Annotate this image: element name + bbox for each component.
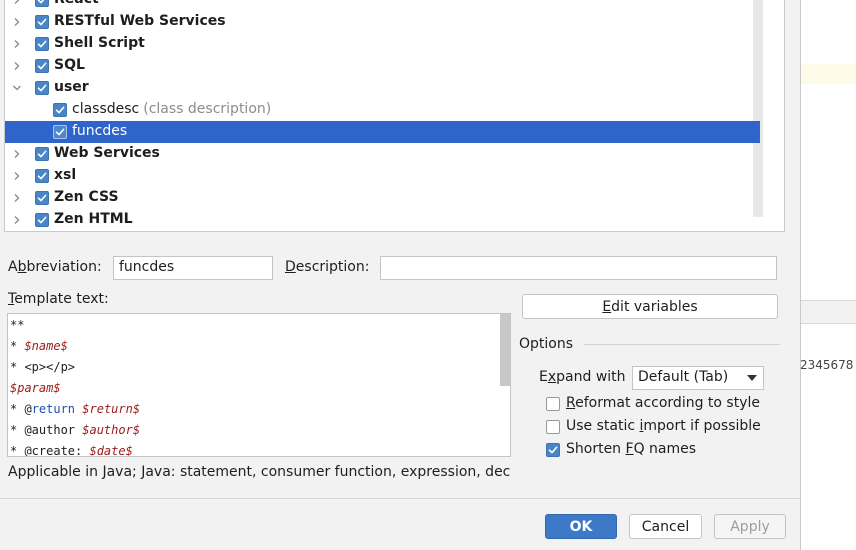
chevron-right-icon[interactable] xyxy=(12,149,22,159)
dropdown-arrow-icon xyxy=(747,375,757,381)
chevron-right-icon[interactable] xyxy=(12,171,22,181)
tree-item-label: user xyxy=(54,79,89,95)
tree-item[interactable]: RESTful Web Services xyxy=(5,11,760,33)
tree-item-checkbox[interactable] xyxy=(35,37,49,51)
tree-item-label: xsl xyxy=(54,167,77,183)
tree-item-label: React xyxy=(54,0,99,7)
options-title: Options xyxy=(519,336,574,352)
chevron-right-icon[interactable] xyxy=(12,39,22,49)
abbreviation-input[interactable]: funcdes xyxy=(113,256,273,280)
edit-variables-button[interactable]: Edit variables xyxy=(522,294,778,319)
expand-with-label: Expand with xyxy=(539,369,626,385)
description-input[interactable] xyxy=(380,256,777,280)
tree-item-checkbox[interactable] xyxy=(35,213,49,227)
tree-item-label: Shell Script xyxy=(54,35,145,51)
editor-scrollbar[interactable] xyxy=(500,314,510,386)
tree-item[interactable]: SQL xyxy=(5,55,760,77)
tree-item[interactable]: Shell Script xyxy=(5,33,760,55)
chevron-right-icon[interactable] xyxy=(12,61,22,71)
cancel-button[interactable]: Cancel xyxy=(629,514,702,539)
chevron-right-icon[interactable] xyxy=(12,0,22,5)
tree-item-checkbox[interactable] xyxy=(53,103,67,117)
template-line: ** xyxy=(10,318,25,332)
tree-item-label: RESTful Web Services xyxy=(54,13,226,29)
tree-item-checkbox[interactable] xyxy=(35,81,49,95)
tree-item-checkbox[interactable] xyxy=(35,147,49,161)
tree-item[interactable]: Zen HTML xyxy=(5,209,760,231)
tree-item-label: Zen CSS xyxy=(54,189,119,205)
tree-item-description: (class description) xyxy=(143,101,272,117)
abbreviation-label: Abbreviation: xyxy=(8,259,102,275)
bottom-separator xyxy=(0,498,801,499)
apply-button[interactable]: Apply xyxy=(714,514,786,539)
background-panel-header xyxy=(800,300,856,324)
description-label: Description: xyxy=(285,259,370,275)
tree-item-checkbox[interactable] xyxy=(35,15,49,29)
options-separator xyxy=(584,344,780,345)
tree-item-checkbox[interactable] xyxy=(35,191,49,205)
template-line: * @author $author$ xyxy=(10,423,141,437)
chevron-down-icon[interactable] xyxy=(12,83,22,93)
template-line: * @create: $date$ xyxy=(10,444,133,457)
tree-item[interactable]: xsl xyxy=(5,165,760,187)
tree-item[interactable]: classdesc (class description) xyxy=(5,99,760,121)
ok-button[interactable]: OK xyxy=(545,514,617,539)
template-tree[interactable]: React RESTful Web Services Shell Script SQL… xyxy=(4,0,785,232)
tree-item-checkbox[interactable] xyxy=(35,0,49,7)
expand-with-select[interactable]: Default (Tab) xyxy=(632,366,764,390)
tree-item-label: funcdes xyxy=(72,123,128,139)
tree-item-checkbox[interactable] xyxy=(35,59,49,73)
tree-item-label: Web Services xyxy=(54,145,160,161)
reformat-checkbox[interactable] xyxy=(546,397,560,411)
template-line: * <p></p> xyxy=(10,360,76,374)
applicable-contexts-text: Applicable in Java; Java: statement, con… xyxy=(8,464,511,480)
tree-item-checkbox[interactable] xyxy=(53,125,67,139)
tree-item-label: SQL xyxy=(54,57,85,73)
tree-item[interactable]: Zen CSS xyxy=(5,187,760,209)
static-import-checkbox[interactable] xyxy=(546,420,560,434)
shorten-fq-label[interactable]: Shorten FQ names xyxy=(566,441,696,457)
tree-item[interactable]: user xyxy=(5,77,760,99)
reformat-label[interactable]: Reformat according to style xyxy=(566,395,760,411)
tree-item[interactable]: Web Services xyxy=(5,143,760,165)
template-line: * @return $return$ xyxy=(10,402,141,416)
shorten-fq-checkbox[interactable] xyxy=(546,443,560,457)
tree-item-label: Zen HTML xyxy=(54,211,133,227)
template-line: $param$ xyxy=(10,381,61,395)
tree-item-label: classdesc (class description) xyxy=(72,101,272,117)
tree-item[interactable]: React xyxy=(5,0,760,11)
template-text-label: Template text: xyxy=(8,291,109,307)
chevron-right-icon[interactable] xyxy=(12,17,22,27)
background-text: 2345678 xyxy=(800,358,854,372)
template-line: * $name$ xyxy=(10,339,68,353)
live-template-dialog: React RESTful Web Services Shell Script SQL… xyxy=(0,0,801,550)
background-line-highlight xyxy=(800,64,856,84)
chevron-right-icon[interactable] xyxy=(12,215,22,225)
tree-item-checkbox[interactable] xyxy=(35,169,49,183)
tree-item[interactable]: funcdes xyxy=(5,121,760,143)
static-import-label[interactable]: Use static import if possible xyxy=(566,418,761,434)
chevron-right-icon[interactable] xyxy=(12,193,22,203)
template-text-editor[interactable]: ** * $name$ * <p></p> $param$ * @return $ret… xyxy=(7,313,511,457)
